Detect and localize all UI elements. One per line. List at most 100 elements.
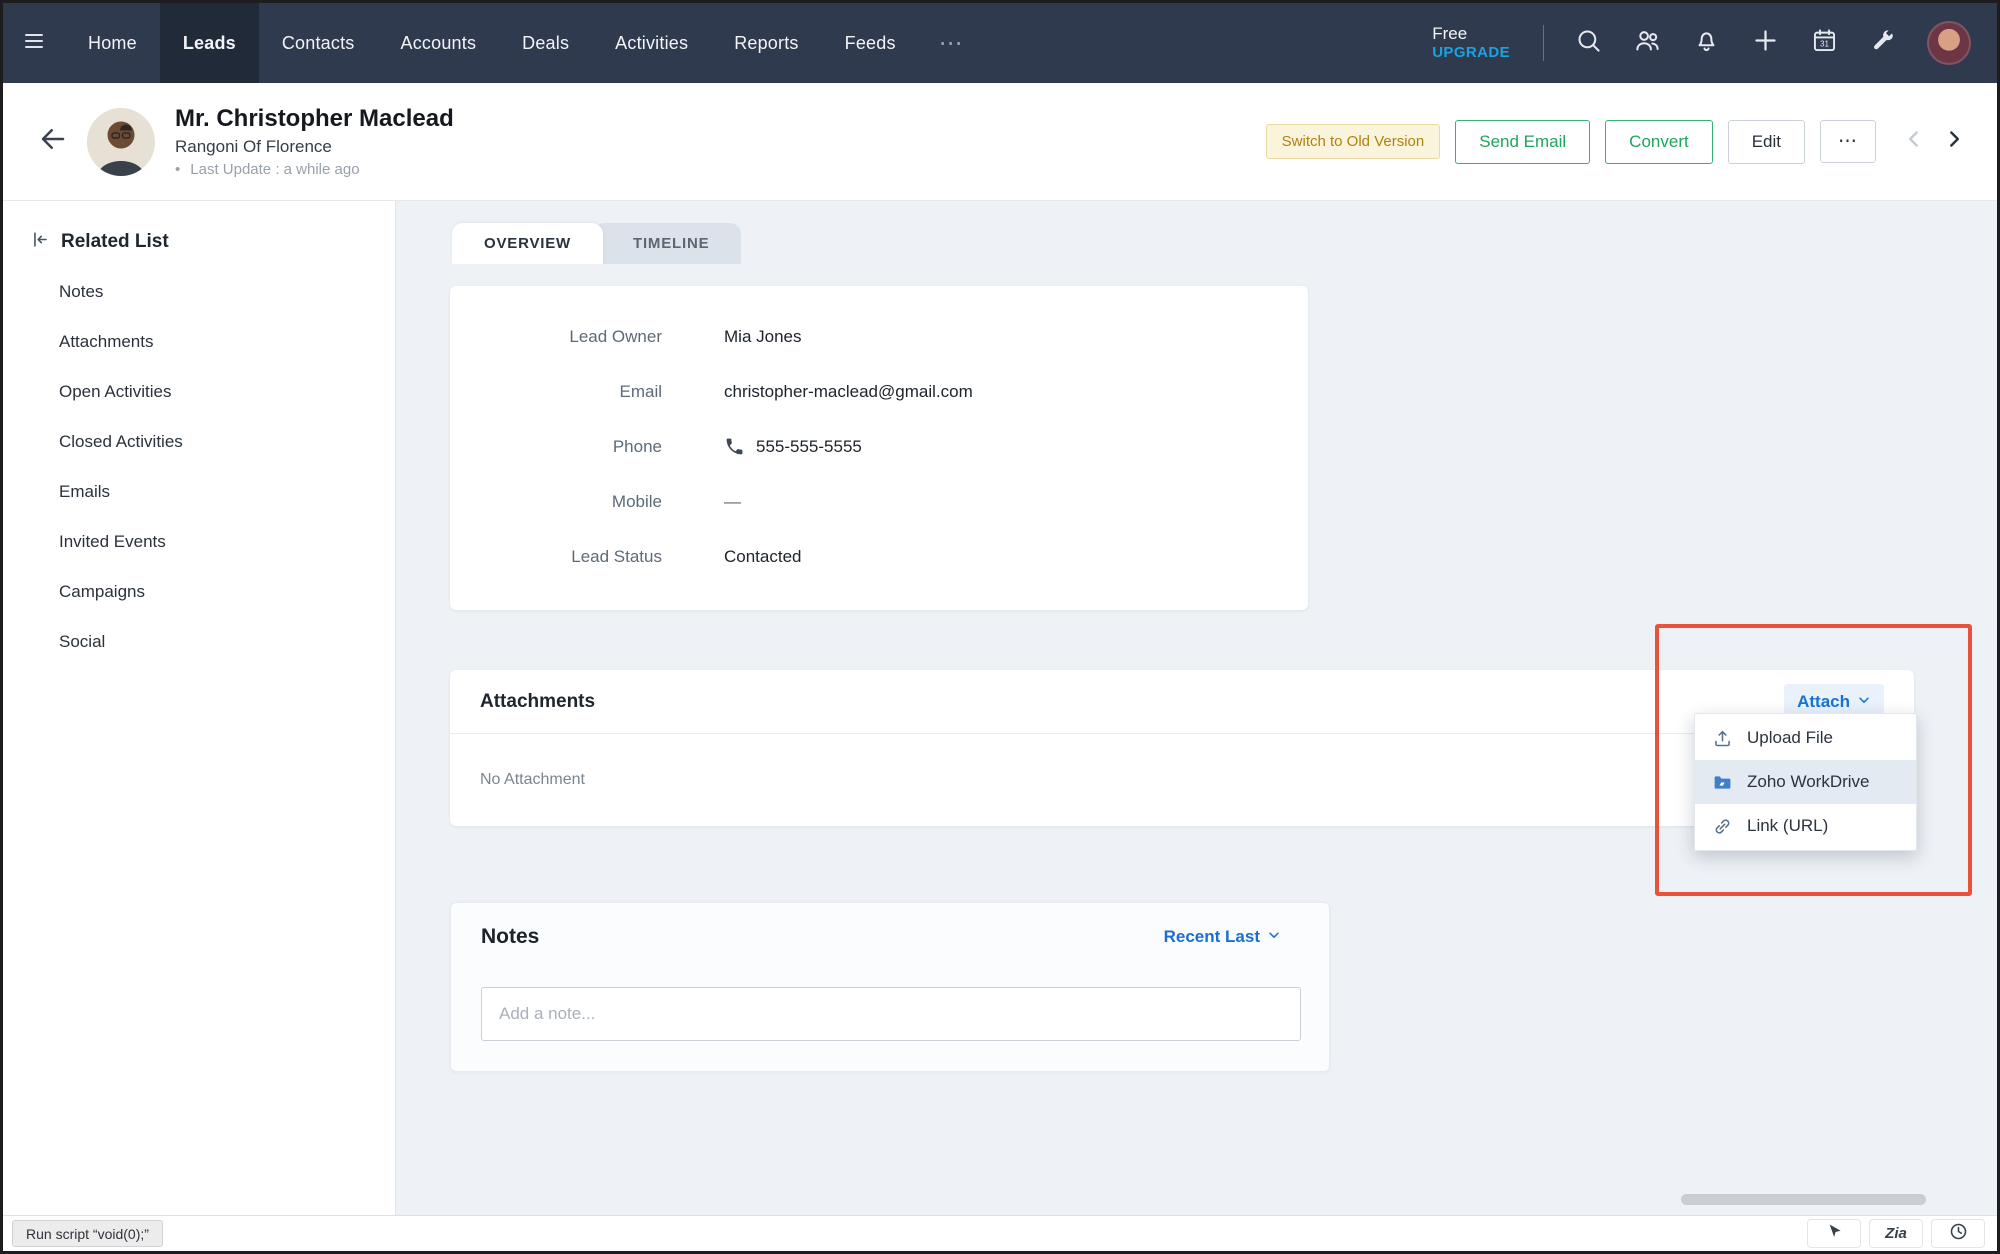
arrow-left-icon [38, 124, 68, 159]
field-row-lead-owner: Lead Owner Mia Jones [450, 309, 1308, 364]
view-tabs: OVERVIEW TIMELINE [452, 223, 741, 264]
link-url-label: Link (URL) [1747, 816, 1828, 836]
field-row-mobile: Mobile — [450, 474, 1308, 529]
convert-button[interactable]: Convert [1605, 120, 1713, 164]
related-list-title: Related List [61, 231, 169, 253]
sidebar-item-emails[interactable]: Emails [3, 467, 395, 517]
plus-icon [1752, 27, 1779, 59]
nav-item-contacts[interactable]: Contacts [259, 3, 378, 83]
switch-old-version-button[interactable]: Switch to Old Version [1266, 124, 1441, 159]
notes-sort-label: Recent Last [1164, 927, 1260, 947]
back-button[interactable] [31, 120, 75, 164]
upgrade-link[interactable]: UPGRADE [1432, 44, 1510, 63]
notes-card: Notes Recent Last [450, 902, 1330, 1072]
calendar-icon: 31 [1811, 27, 1838, 59]
status-bar: Run script “void(0);” Zia [3, 1215, 1997, 1251]
zoho-workdrive-label: Zoho WorkDrive [1747, 772, 1870, 792]
tab-timeline[interactable]: TIMELINE [593, 223, 741, 264]
zia-button[interactable]: Zia [1869, 1219, 1923, 1248]
phone-icon [724, 436, 745, 457]
phone-label: Phone [450, 437, 662, 457]
related-list-sidebar: Related List Notes Attachments Open Acti… [3, 201, 396, 1215]
email-label: Email [450, 382, 662, 402]
more-actions-button[interactable]: ⋯ [1820, 120, 1876, 163]
notes-title: Notes [481, 925, 539, 949]
pointer-icon [1824, 1221, 1845, 1247]
notes-header: Notes Recent Last [451, 903, 1329, 949]
meta-bullet: • [175, 161, 180, 178]
browser-status-text: Run script “void(0);” [12, 1220, 163, 1247]
menu-item-link-url[interactable]: Link (URL) [1695, 804, 1916, 848]
phone-number-text: 555-555-5555 [756, 437, 862, 457]
lead-info: Mr. Christopher Maclead Rangoni Of Flore… [175, 105, 454, 178]
add-note-input[interactable] [481, 987, 1301, 1041]
field-row-email: Email christopher-maclead@gmail.com [450, 364, 1308, 419]
tour-button[interactable] [1807, 1219, 1861, 1248]
topnav-divider [1543, 25, 1544, 61]
nav-item-activities[interactable]: Activities [592, 3, 711, 83]
send-email-button[interactable]: Send Email [1455, 120, 1590, 164]
module-tabs: Home Leads Contacts Accounts Deals Activ… [65, 3, 985, 83]
menu-item-zoho-workdrive[interactable]: Zoho WorkDrive [1695, 760, 1916, 804]
history-button[interactable] [1931, 1219, 1985, 1248]
nav-item-home[interactable]: Home [65, 3, 160, 83]
bell-icon [1693, 27, 1720, 59]
nav-item-deals[interactable]: Deals [499, 3, 592, 83]
hamburger-menu-button[interactable] [3, 3, 65, 83]
users-button[interactable] [1632, 28, 1662, 58]
upload-icon [1712, 728, 1733, 749]
lead-status-label: Lead Status [450, 547, 662, 567]
sidebar-item-social[interactable]: Social [3, 617, 395, 667]
lead-company[interactable]: Rangoni Of Florence [175, 137, 454, 157]
notes-sort-button[interactable]: Recent Last [1164, 927, 1281, 947]
email-value[interactable]: christopher-maclead@gmail.com [724, 382, 973, 402]
field-row-lead-status: Lead Status Contacted [450, 529, 1308, 584]
lead-photo [87, 108, 155, 176]
chevron-left-icon [1901, 126, 1927, 157]
next-record-button[interactable] [1939, 127, 1969, 157]
collapse-sidebar-button[interactable] [31, 232, 51, 252]
user-avatar[interactable] [1927, 21, 1971, 65]
mobile-label: Mobile [450, 492, 662, 512]
zia-icon: Zia [1885, 1225, 1907, 1242]
quick-create-button[interactable] [1750, 28, 1780, 58]
sidebar-item-invited-events[interactable]: Invited Events [3, 517, 395, 567]
corner-tools: Zia [1807, 1219, 1985, 1248]
horizontal-scrollbar-thumb[interactable] [1681, 1194, 1926, 1205]
previous-record-button[interactable] [1899, 127, 1929, 157]
calendar-button[interactable]: 31 [1809, 28, 1839, 58]
plan-info: Free UPGRADE [1432, 23, 1510, 63]
top-navigation-bar: Home Leads Contacts Accounts Deals Activ… [3, 3, 1997, 83]
sidebar-item-closed-activities[interactable]: Closed Activities [3, 417, 395, 467]
nav-item-feeds[interactable]: Feeds [822, 3, 919, 83]
link-icon [1712, 816, 1733, 837]
hamburger-icon [22, 29, 46, 58]
lead-owner-label: Lead Owner [450, 327, 662, 347]
search-icon [1575, 27, 1602, 59]
nav-item-accounts[interactable]: Accounts [378, 3, 500, 83]
record-actions: Switch to Old Version Send Email Convert… [1266, 120, 1969, 164]
attachments-title: Attachments [480, 691, 595, 713]
nav-item-reports[interactable]: Reports [711, 3, 821, 83]
settings-button[interactable] [1868, 28, 1898, 58]
record-pager [1899, 127, 1969, 157]
phone-value[interactable]: 555-555-5555 [724, 436, 862, 457]
chevron-right-icon [1941, 126, 1967, 157]
nav-more-button[interactable]: ⋯ [919, 3, 985, 83]
sidebar-item-campaigns[interactable]: Campaigns [3, 567, 395, 617]
attach-button-label: Attach [1797, 692, 1850, 712]
lead-status-value: Contacted [724, 547, 802, 567]
chevron-down-icon [1267, 927, 1281, 947]
tab-overview[interactable]: OVERVIEW [452, 223, 603, 264]
search-button[interactable] [1573, 28, 1603, 58]
topnav-right-cluster: Free UPGRADE [1432, 21, 1997, 65]
sidebar-item-notes[interactable]: Notes [3, 267, 395, 317]
menu-item-upload-file[interactable]: Upload File [1695, 716, 1916, 760]
sidebar-header: Related List [3, 201, 395, 267]
edit-button[interactable]: Edit [1728, 120, 1805, 164]
lead-meta: • Last Update : a while ago [175, 161, 454, 178]
sidebar-item-attachments[interactable]: Attachments [3, 317, 395, 367]
notifications-button[interactable] [1691, 28, 1721, 58]
sidebar-item-open-activities[interactable]: Open Activities [3, 367, 395, 417]
nav-item-leads[interactable]: Leads [160, 3, 259, 83]
